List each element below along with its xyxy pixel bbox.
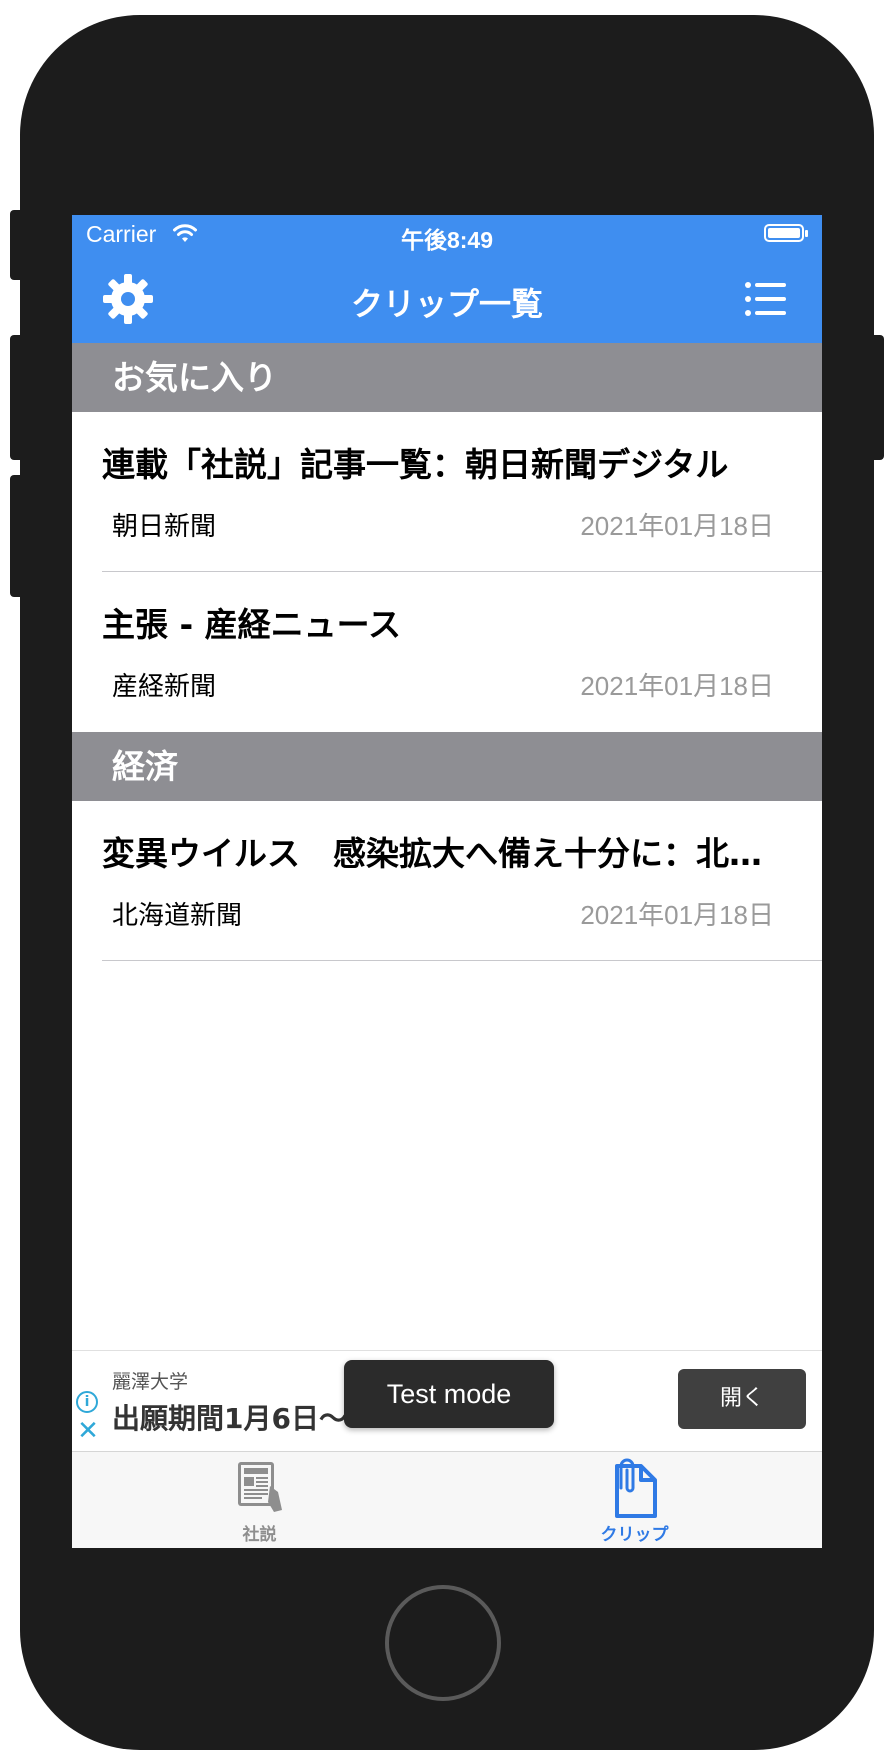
tab-editorial-label: 社説: [242, 1525, 277, 1545]
app-screen: Carrier 午後8:49 クリップ一覧 お気に入り 連載「社説」記事一覧：朝…: [72, 215, 822, 1548]
status-bar: Carrier 午後8:49: [72, 215, 822, 255]
section-header-favorites: お気に入り: [72, 343, 822, 412]
section-header-economy: 経済: [72, 732, 822, 801]
clip-source: 朝日新聞: [112, 512, 217, 542]
tab-clip-label: クリップ: [600, 1525, 669, 1545]
page-title: クリップ一覧: [350, 285, 543, 323]
clip-date: 2021年01月18日: [580, 671, 774, 701]
clip-title: 連載「社説」記事一覧：朝日新聞デジタル: [102, 445, 729, 484]
clip-row[interactable]: 連載「社説」記事一覧：朝日新聞デジタル 朝日新聞 2021年01月18日: [72, 412, 822, 572]
ad-headline: 出願期間1月6日〜: [112, 1402, 347, 1435]
paperclip-document-icon: [615, 1458, 657, 1518]
row-separator: [102, 960, 822, 961]
list-icon[interactable]: [744, 279, 788, 319]
ad-open-button[interactable]: 開く: [678, 1369, 806, 1429]
newspaper-icon: [238, 1462, 282, 1512]
home-button[interactable]: [385, 1585, 501, 1701]
navigation-bar: クリップ一覧: [72, 255, 822, 344]
tab-clip[interactable]: クリップ: [447, 1452, 822, 1548]
clip-date: 2021年01月18日: [580, 511, 774, 541]
ad-sponsor: 麗澤大学: [112, 1371, 189, 1393]
ad-close-icon[interactable]: ✕: [76, 1418, 100, 1444]
clip-row[interactable]: 変異ウイルス 感染拡大へ備え十分に：北… 北海道新聞 2021年01月18日: [72, 801, 822, 961]
clip-source: 産経新聞: [112, 672, 217, 702]
battery-cap: [805, 230, 808, 237]
clip-row[interactable]: 主張 - 産経ニュース 産経新聞 2021年01月18日: [72, 572, 822, 732]
status-time: 午後8:49: [400, 227, 494, 253]
ad-info-icon[interactable]: i: [76, 1391, 98, 1413]
tab-editorial[interactable]: 社説: [72, 1452, 447, 1548]
clip-date: 2021年01月18日: [580, 900, 774, 930]
battery-icon: [764, 224, 804, 242]
clip-source: 北海道新聞: [112, 901, 243, 931]
test-mode-toast: Test mode: [344, 1360, 554, 1428]
tab-bar: 社説 クリップ: [72, 1451, 822, 1548]
clip-title: 主張 - 産経ニュース: [102, 605, 402, 644]
clip-title: 変異ウイルス 感染拡大へ備え十分に：北…: [102, 834, 762, 873]
